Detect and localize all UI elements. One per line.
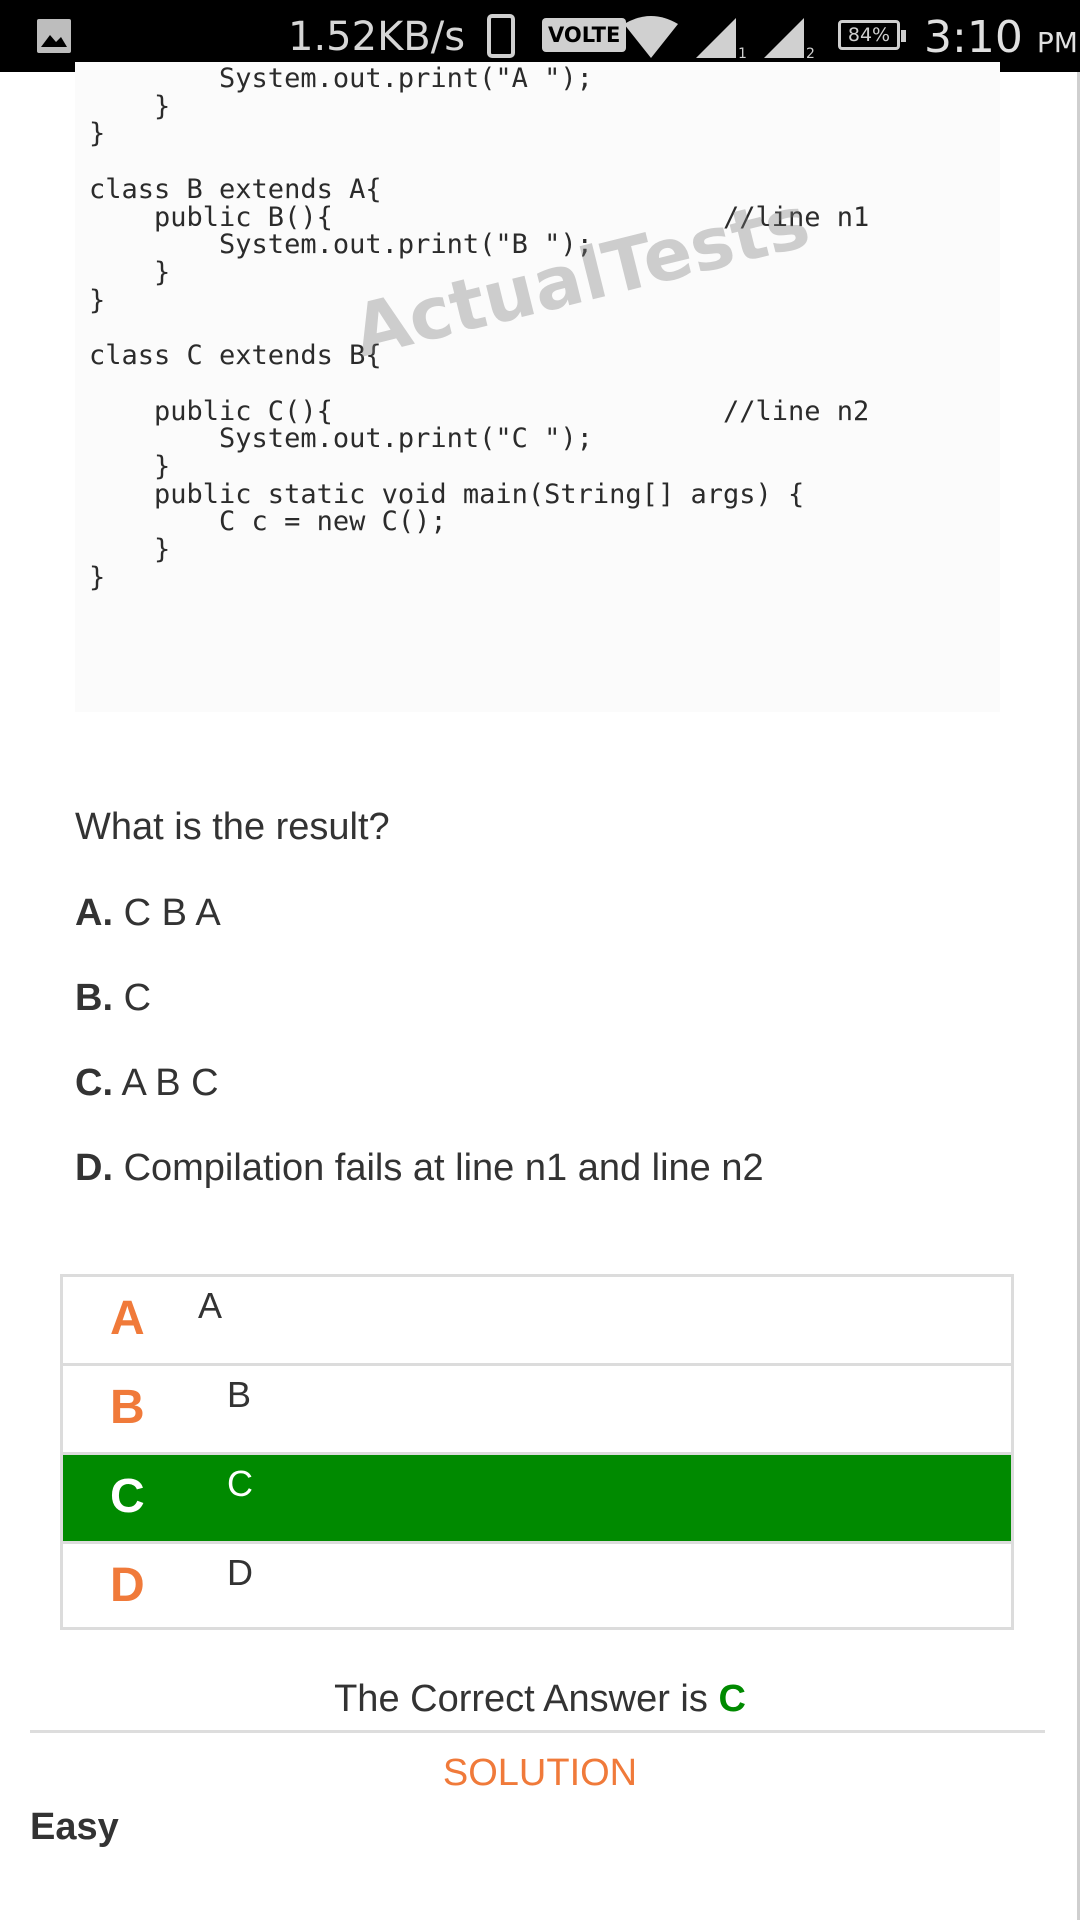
option-b: B. C (75, 977, 152, 1019)
answer-letter: B (110, 1381, 145, 1434)
difficulty-label: Easy (30, 1806, 119, 1848)
signal-icon: 1 (696, 18, 747, 60)
svg-text:1: 1 (738, 46, 747, 60)
correct-answer-letter: C (718, 1678, 746, 1720)
correct-answer: The Correct Answer is C (0, 1678, 1080, 1721)
code-snippet: System.out.print("A "); }} class B extend… (75, 62, 1000, 712)
phone-icon (487, 14, 515, 58)
answer-choice-c[interactable]: C C (63, 1455, 1011, 1541)
answer-letter: A (110, 1292, 145, 1345)
clock: 3:10 PM (924, 12, 1078, 63)
option-d: D. Compilation fails at line n1 and line… (75, 1147, 764, 1189)
option-c: C. A B C (75, 1062, 219, 1104)
code-line: class C extends B{ (89, 340, 382, 372)
solution-button[interactable]: SOLUTION (0, 1752, 1080, 1795)
wifi-icon (624, 16, 678, 58)
option-a: A. C B A (75, 892, 221, 934)
code-line: } (89, 561, 106, 593)
svg-text:2: 2 (806, 46, 815, 60)
clock-time: 3:10 (924, 12, 1023, 63)
answer-letter: D (110, 1559, 145, 1612)
answer-choices: A A B B C C D D (60, 1274, 1014, 1630)
network-speed: 1.52KB/s (288, 14, 466, 60)
divider (30, 1730, 1045, 1733)
code-line: } (89, 284, 106, 316)
answer-text: D (227, 1552, 253, 1593)
gallery-icon (37, 19, 71, 53)
answer-choice-d[interactable]: D D (63, 1544, 1011, 1630)
answer-choice-b[interactable]: B B (63, 1366, 1011, 1452)
answer-choice-a[interactable]: A A (63, 1277, 1011, 1363)
signal-icon: 2 (764, 18, 815, 60)
battery-indicator: 84% (838, 20, 906, 50)
clock-ampm: PM (1036, 26, 1078, 59)
answer-text: B (227, 1374, 252, 1415)
correct-answer-label: The Correct Answer is (334, 1678, 719, 1720)
volte-badge: VOLTE (542, 18, 627, 52)
answer-letter: C (110, 1470, 145, 1523)
answer-text: C (227, 1463, 253, 1504)
question-text: What is the result? (75, 806, 390, 848)
answer-text: A (198, 1285, 223, 1326)
code-line: } (89, 118, 106, 150)
